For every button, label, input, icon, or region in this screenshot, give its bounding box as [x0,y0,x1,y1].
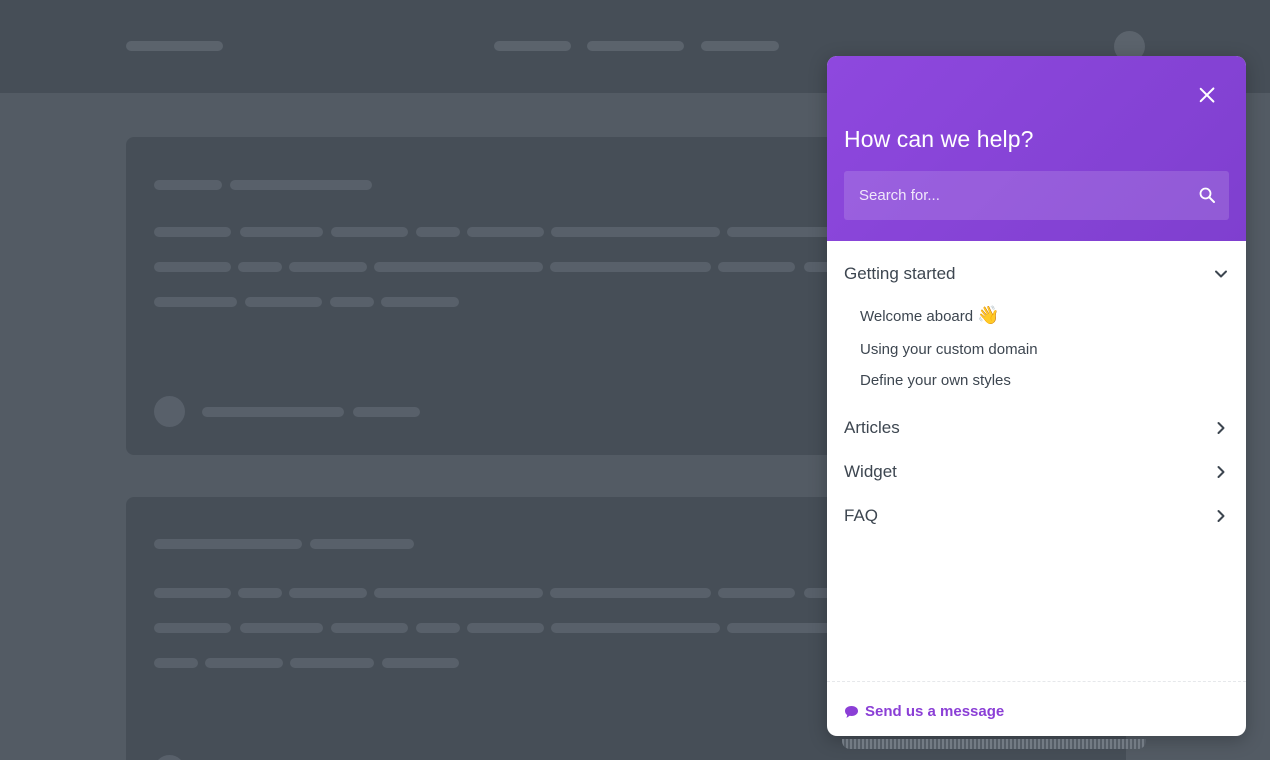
article-own-styles[interactable]: Define your own styles [860,372,1011,389]
logo-placeholder [126,41,223,51]
chat-bubble-icon [845,706,858,718]
skeleton-line [154,658,198,668]
skeleton-line [718,588,795,598]
chevron-down-icon [1215,270,1227,278]
skeleton-line [374,262,543,272]
author-avatar-placeholder [154,396,185,427]
article-label: Welcome aboard [860,308,974,325]
close-icon[interactable] [1194,82,1220,108]
search-box [844,171,1229,220]
skeleton-line [154,227,231,237]
author-avatar-placeholder [154,755,185,760]
skeleton-line [331,623,408,633]
skeleton-line [154,588,231,598]
skeleton-line [381,297,459,307]
skeleton-line [467,227,544,237]
skeleton-line [290,658,374,668]
skeleton-line [727,227,837,237]
skeleton-line [154,623,231,633]
skeleton-line [205,658,283,668]
skeleton-line [310,539,414,549]
chevron-right-icon [1217,510,1225,522]
section-label: Widget [844,462,897,481]
skeleton-line [727,623,837,633]
section-label: Getting started [844,264,956,283]
skeleton-line [289,262,367,272]
skeleton-line [331,227,408,237]
skeleton-line [416,623,460,633]
skeleton-line [154,297,237,307]
skeleton-line [230,180,372,190]
widget-title: How can we help? [844,126,1034,152]
chevron-right-icon [1217,466,1225,478]
section-label: Articles [844,418,900,437]
nav-placeholder-3 [701,41,779,51]
skeleton-line [238,262,282,272]
nav-placeholder-2 [587,41,684,51]
nav-placeholder-1 [494,41,571,51]
skeleton-line [550,588,711,598]
article-custom-domain[interactable]: Using your custom domain [860,341,1038,358]
section-label: FAQ [844,506,879,525]
skeleton-line [154,180,222,190]
search-input[interactable] [844,171,1184,220]
skeleton-line [353,407,420,417]
chevron-right-icon [1217,422,1225,434]
skeleton-line [238,588,282,598]
skeleton-line [202,407,344,417]
skeleton-line [330,297,374,307]
skeleton-line [416,227,460,237]
waving-hand-emoji: 👋 [977,305,1000,325]
widget-resize-handle [842,739,1146,749]
send-message-label: Send us a message [865,703,1005,720]
skeleton-line [289,588,367,598]
section-widget[interactable]: Widget [844,459,1229,485]
skeleton-line [550,262,711,272]
section-faq[interactable]: FAQ [844,503,1229,529]
skeleton-line [245,297,322,307]
skeleton-line [382,658,459,668]
skeleton-line [154,539,302,549]
help-widget: How can we help? Getting started Welcome… [827,56,1246,736]
article-label: Using your custom domain [860,341,1038,358]
article-welcome-aboard[interactable]: Welcome aboard 👋 [860,305,1000,326]
skeleton-line [240,227,323,237]
skeleton-line [374,588,543,598]
search-icon[interactable] [1198,186,1216,204]
skeleton-line [154,262,231,272]
article-label: Define your own styles [860,372,1011,389]
skeleton-line [718,262,795,272]
section-articles[interactable]: Articles [844,415,1229,441]
skeleton-line [551,227,720,237]
skeleton-line [551,623,720,633]
skeleton-line [467,623,544,633]
footer-divider [827,681,1246,682]
section-getting-started[interactable]: Getting started [844,261,1229,287]
widget-header: How can we help? [827,56,1246,241]
skeleton-line [240,623,323,633]
